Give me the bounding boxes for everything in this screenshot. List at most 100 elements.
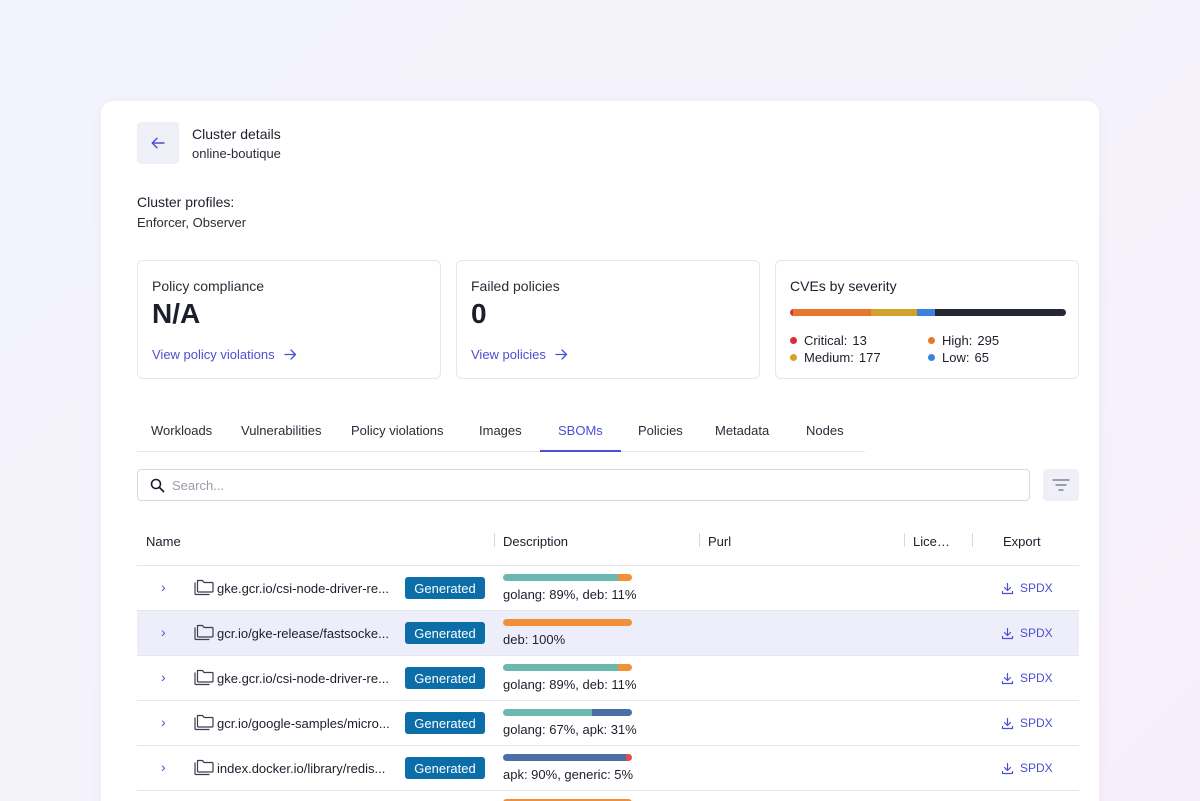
legend-high: High: 295 xyxy=(928,333,999,348)
back-button[interactable] xyxy=(137,122,179,164)
download-icon xyxy=(1001,627,1014,639)
composition-text: apk: 90%, generic: 5% xyxy=(503,767,634,782)
cluster-profiles-label: Cluster profiles: xyxy=(137,194,235,210)
composition-segment xyxy=(503,619,632,626)
page-title: Cluster details xyxy=(192,126,281,142)
chevron-right-icon[interactable]: › xyxy=(161,759,166,775)
cve-bar-segment xyxy=(793,309,871,316)
active-tab-indicator xyxy=(540,450,621,452)
sbom-name: gcr.io/google-samples/micro... xyxy=(217,716,390,731)
composition-bar xyxy=(503,664,632,671)
tab-images[interactable]: Images xyxy=(479,423,522,438)
tab-nodes[interactable]: Nodes xyxy=(806,423,844,438)
export-label: SPDX xyxy=(1020,716,1053,730)
column-divider xyxy=(494,533,495,547)
arrow-right-icon xyxy=(555,349,568,360)
tab-workloads[interactable]: Workloads xyxy=(151,423,212,438)
chevron-right-icon[interactable]: › xyxy=(161,624,166,640)
composition-text: golang: 89%, deb: 11% xyxy=(503,587,637,602)
high-dot-icon xyxy=(928,337,935,344)
cluster-profiles-value: Enforcer, Observer xyxy=(137,215,247,230)
tab-sboms[interactable]: SBOMs xyxy=(558,423,603,438)
policy-compliance-value: N/A xyxy=(152,298,201,329)
column-export[interactable]: Export xyxy=(1003,534,1041,549)
view-policy-violations-link[interactable]: View policy violations xyxy=(152,347,297,362)
search-box xyxy=(137,469,1030,501)
tab-policy-violations[interactable]: Policy violations xyxy=(351,423,444,438)
composition-segment xyxy=(625,754,632,761)
composition-text: golang: 89%, deb: 11% xyxy=(503,677,637,692)
view-policy-violations-label: View policy violations xyxy=(152,347,275,362)
medium-dot-icon xyxy=(790,354,797,361)
status-badge: Generated xyxy=(405,667,485,689)
cves-by-severity-card: CVEs by severity Critical: 13 High: 295 … xyxy=(775,260,1079,379)
arrow-left-icon xyxy=(151,137,165,149)
search-input[interactable] xyxy=(172,477,972,493)
cluster-details-card: Cluster details online-boutique Cluster … xyxy=(101,101,1099,801)
export-spdx-button[interactable]: SPDX xyxy=(1001,671,1053,685)
arrow-right-icon xyxy=(283,349,296,360)
table-row[interactable]: › index.docker.io/library/redis... Gener… xyxy=(137,746,1079,791)
search-icon xyxy=(150,477,166,493)
tab-bar: Workloads Vulnerabilities Policy violati… xyxy=(137,407,865,452)
cve-bar-segment xyxy=(917,309,935,316)
tab-metadata[interactable]: Metadata xyxy=(715,423,769,438)
sbom-table: Name Description Purl Lice… Export › gke… xyxy=(137,521,1079,801)
column-name[interactable]: Name xyxy=(146,534,181,549)
composition-segment xyxy=(617,664,632,671)
download-icon xyxy=(1001,762,1014,774)
composition-bar xyxy=(503,574,632,581)
composition-segment xyxy=(503,754,626,761)
table-body: › gke.gcr.io/csi-node-driver-re... Gener… xyxy=(137,566,1079,801)
cves-title: CVEs by severity xyxy=(790,278,897,294)
folder-icon xyxy=(194,579,214,596)
export-label: SPDX xyxy=(1020,581,1053,595)
composition-bar xyxy=(503,709,632,716)
chevron-right-icon[interactable]: › xyxy=(161,714,166,730)
composition-segment xyxy=(592,709,632,716)
column-divider xyxy=(699,533,700,547)
cve-bar-segment xyxy=(934,309,1066,316)
legend-low: Low: 65 xyxy=(928,350,989,365)
cve-bar-segment xyxy=(870,309,918,316)
composition-segment xyxy=(503,574,618,581)
tab-policies[interactable]: Policies xyxy=(638,423,683,438)
failed-policies-card: Failed policies 0 View policies xyxy=(456,260,760,379)
folder-icon xyxy=(194,714,214,731)
export-label: SPDX xyxy=(1020,626,1053,640)
table-row[interactable]: › gke.gcr.io/csi-node-driver-re... Gener… xyxy=(137,656,1079,701)
column-purl[interactable]: Purl xyxy=(708,534,731,549)
composition-segment xyxy=(617,574,632,581)
composition-text: golang: 67%, apk: 31% xyxy=(503,722,637,737)
column-license[interactable]: Lice… xyxy=(913,534,950,549)
cluster-name: online-boutique xyxy=(192,146,281,161)
filter-icon xyxy=(1052,479,1070,491)
filter-button[interactable] xyxy=(1043,469,1079,501)
status-badge: Generated xyxy=(405,757,485,779)
column-description[interactable]: Description xyxy=(503,534,568,549)
chevron-right-icon[interactable]: › xyxy=(161,579,166,595)
sbom-name: gke.gcr.io/csi-node-driver-re... xyxy=(217,581,389,596)
table-header: Name Description Purl Lice… Export xyxy=(137,521,1079,566)
critical-dot-icon xyxy=(790,337,797,344)
policy-compliance-card: Policy compliance N/A View policy violat… xyxy=(137,260,441,379)
export-spdx-button[interactable]: SPDX xyxy=(1001,716,1053,730)
status-badge: Generated xyxy=(405,577,485,599)
table-row[interactable]: › gcr.io/gke-release/fastsocke... Genera… xyxy=(137,611,1079,656)
export-spdx-button[interactable]: SPDX xyxy=(1001,626,1053,640)
composition-segment xyxy=(503,709,592,716)
table-row[interactable]: › gcr.io/google-samples/micro... Generat… xyxy=(137,701,1079,746)
status-badge: Generated xyxy=(405,622,485,644)
tab-vulnerabilities[interactable]: Vulnerabilities xyxy=(241,423,321,438)
export-spdx-button[interactable]: SPDX xyxy=(1001,581,1053,595)
export-spdx-button[interactable]: SPDX xyxy=(1001,761,1053,775)
column-divider xyxy=(904,533,905,547)
view-policies-link[interactable]: View policies xyxy=(471,347,568,362)
chevron-right-icon[interactable]: › xyxy=(161,669,166,685)
composition-bar xyxy=(503,754,632,761)
folder-icon xyxy=(194,759,214,776)
table-row[interactable]: › gke.gcr.io/csi-node-driver-re... Gener… xyxy=(137,566,1079,611)
sbom-name: gcr.io/gke-release/fastsocke... xyxy=(217,626,389,641)
table-row[interactable]: › xyxy=(137,791,1079,801)
view-policies-label: View policies xyxy=(471,347,546,362)
